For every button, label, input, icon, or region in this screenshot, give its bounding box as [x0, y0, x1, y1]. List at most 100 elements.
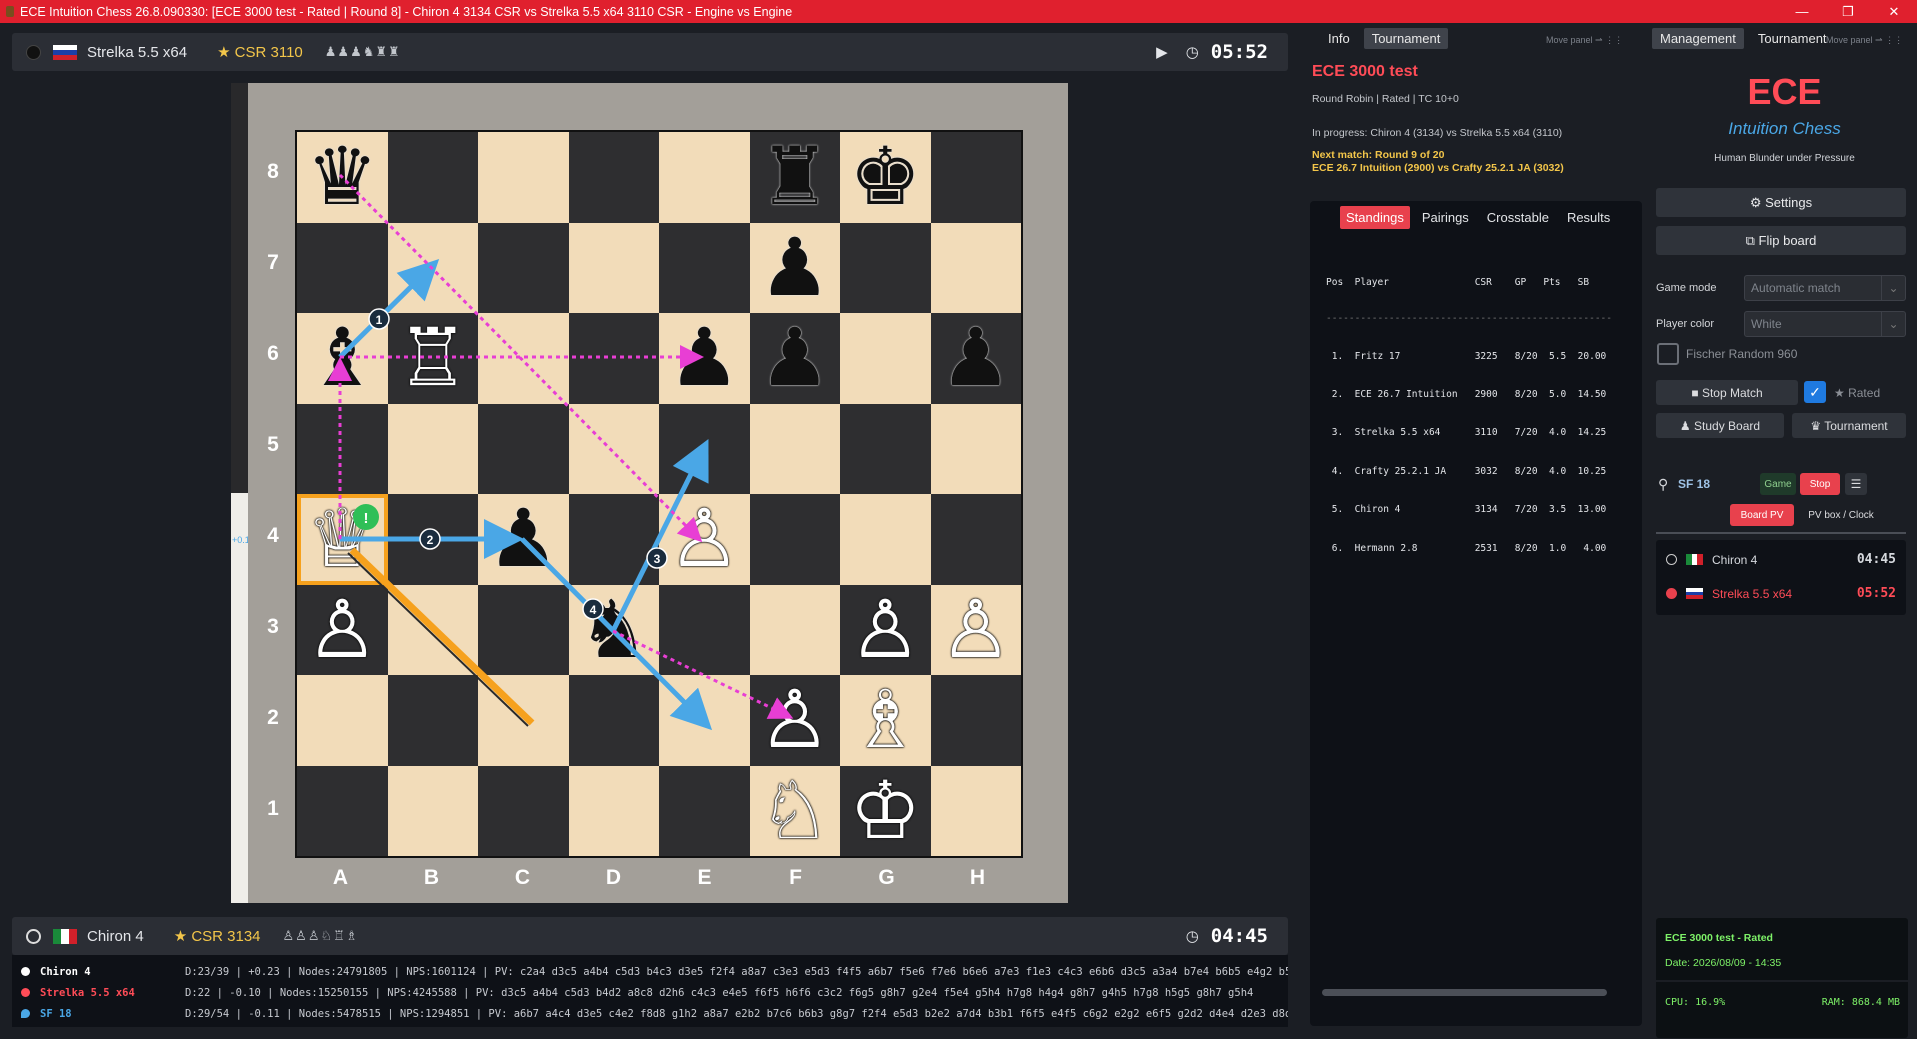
square-d3[interactable]: ♞: [568, 584, 659, 675]
square-c4[interactable]: ♟: [478, 494, 569, 585]
white-pawn-piece[interactable]: ♙: [849, 589, 921, 670]
square-e5[interactable]: [659, 403, 750, 494]
square-h4[interactable]: [930, 494, 1021, 585]
stop-engine-button[interactable]: Stop: [1800, 473, 1840, 495]
square-a4[interactable]: ♕: [297, 494, 388, 585]
white-rook-piece[interactable]: ♖: [397, 318, 469, 398]
square-a1[interactable]: [297, 765, 388, 856]
square-g4[interactable]: [840, 494, 931, 585]
black-pawn-piece[interactable]: ♟: [759, 318, 831, 398]
white-pawn-piece[interactable]: ♙: [306, 589, 378, 670]
tab-crosstable[interactable]: Crosstable: [1481, 206, 1555, 229]
square-h3[interactable]: ♙: [930, 584, 1021, 675]
square-h8[interactable]: [930, 132, 1021, 223]
square-a2[interactable]: [297, 675, 388, 766]
square-d8[interactable]: [568, 132, 659, 223]
tab-results[interactable]: Results: [1561, 206, 1616, 229]
square-h7[interactable]: [930, 222, 1021, 313]
square-c8[interactable]: [478, 132, 569, 223]
square-h1[interactable]: [930, 765, 1021, 856]
square-e6[interactable]: ♟: [659, 313, 750, 404]
square-b5[interactable]: [387, 403, 478, 494]
square-f8[interactable]: ♜: [749, 132, 840, 223]
tab-info[interactable]: Info: [1320, 28, 1358, 49]
play-icon[interactable]: ▶: [1156, 43, 1168, 61]
square-d4[interactable]: [568, 494, 659, 585]
settings-button[interactable]: ⚙ Settings: [1656, 188, 1906, 217]
square-d2[interactable]: [568, 675, 659, 766]
square-f7[interactable]: ♟: [749, 222, 840, 313]
square-d7[interactable]: [568, 222, 659, 313]
chess-board[interactable]: ♛ ♜ ♚ ♟ ♝ ♖ ♟ ♟ ♟ ♕ ♟ ♙ ♙ ♞ ♙ ♙ ♙ ♗ ♘ ♔: [295, 130, 1023, 858]
square-f5[interactable]: [749, 403, 840, 494]
square-d1[interactable]: [568, 765, 659, 856]
square-f3[interactable]: [749, 584, 840, 675]
square-c1[interactable]: [478, 765, 569, 856]
black-king-piece[interactable]: ♚: [849, 137, 921, 217]
black-pawn-piece[interactable]: ♟: [759, 227, 831, 308]
pv-box-clock-button[interactable]: PV box / Clock: [1798, 504, 1884, 526]
white-pawn-piece[interactable]: ♙: [940, 589, 1012, 670]
square-g7[interactable]: [840, 222, 931, 313]
square-e8[interactable]: [659, 132, 750, 223]
square-a8[interactable]: ♛: [297, 132, 388, 223]
flip-board-button[interactable]: ⧉ Flip board: [1656, 226, 1906, 255]
white-pawn-piece[interactable]: ♙: [668, 499, 740, 579]
game-mode-select[interactable]: Automatic match ⌄: [1744, 275, 1906, 301]
white-bishop-piece[interactable]: ♗: [849, 680, 921, 760]
square-e1[interactable]: [659, 765, 750, 856]
square-a5[interactable]: [297, 403, 388, 494]
player-color-select[interactable]: White ⌄: [1744, 311, 1906, 337]
close-icon[interactable]: ✕: [1871, 4, 1917, 20]
game-button[interactable]: Game: [1760, 473, 1796, 495]
white-king-piece[interactable]: ♔: [849, 770, 921, 851]
square-h2[interactable]: [930, 675, 1021, 766]
square-d5[interactable]: [568, 403, 659, 494]
tab-tournament[interactable]: Tournament: [1363, 28, 1449, 49]
white-pawn-piece[interactable]: ♙: [759, 680, 831, 760]
black-bishop-piece[interactable]: ♝: [306, 318, 378, 398]
square-b8[interactable]: [387, 132, 478, 223]
fischer-random-checkbox[interactable]: [1657, 343, 1679, 365]
square-c6[interactable]: [478, 313, 569, 404]
square-a3[interactable]: ♙: [297, 584, 388, 675]
square-f6[interactable]: ♟: [749, 313, 840, 404]
horizontal-scrollbar[interactable]: [1322, 989, 1607, 996]
menu-icon[interactable]: ☰: [1845, 473, 1867, 495]
square-c2[interactable]: [478, 675, 569, 766]
square-g5[interactable]: [840, 403, 931, 494]
rated-checkbox[interactable]: ✓: [1804, 381, 1826, 403]
square-a6[interactable]: ♝: [297, 313, 388, 404]
square-f4[interactable]: [749, 494, 840, 585]
square-c3[interactable]: [478, 584, 569, 675]
black-pawn-piece[interactable]: ♟: [487, 499, 559, 579]
black-queen-piece[interactable]: ♛: [306, 137, 378, 217]
board-pv-button[interactable]: Board PV: [1730, 504, 1794, 526]
black-pawn-piece[interactable]: ♟: [668, 318, 740, 398]
square-e3[interactable]: [659, 584, 750, 675]
square-c5[interactable]: [478, 403, 569, 494]
black-knight-piece[interactable]: ♞: [578, 589, 650, 670]
tournament-button[interactable]: ♛ Tournament: [1792, 413, 1906, 438]
square-h5[interactable]: [930, 403, 1021, 494]
square-b2[interactable]: [387, 675, 478, 766]
tab-tournament-right[interactable]: Tournament: [1750, 28, 1835, 49]
minimize-icon[interactable]: —: [1779, 4, 1825, 19]
square-e4[interactable]: ♙: [659, 494, 750, 585]
square-e2[interactable]: [659, 675, 750, 766]
square-c7[interactable]: [478, 222, 569, 313]
stop-match-button[interactable]: ■ Stop Match: [1656, 380, 1798, 405]
maximize-icon[interactable]: ❐: [1825, 4, 1871, 20]
square-f1[interactable]: ♘: [749, 765, 840, 856]
square-f2[interactable]: ♙: [749, 675, 840, 766]
square-b6[interactable]: ♖: [387, 313, 478, 404]
tab-standings[interactable]: Standings: [1340, 206, 1410, 229]
square-g3[interactable]: ♙: [840, 584, 931, 675]
square-b4[interactable]: [387, 494, 478, 585]
square-h6[interactable]: ♟: [930, 313, 1021, 404]
square-b7[interactable]: [387, 222, 478, 313]
square-g1[interactable]: ♔: [840, 765, 931, 856]
white-knight-piece[interactable]: ♘: [759, 770, 831, 851]
white-queen-piece[interactable]: ♕: [306, 499, 378, 579]
square-g6[interactable]: [840, 313, 931, 404]
